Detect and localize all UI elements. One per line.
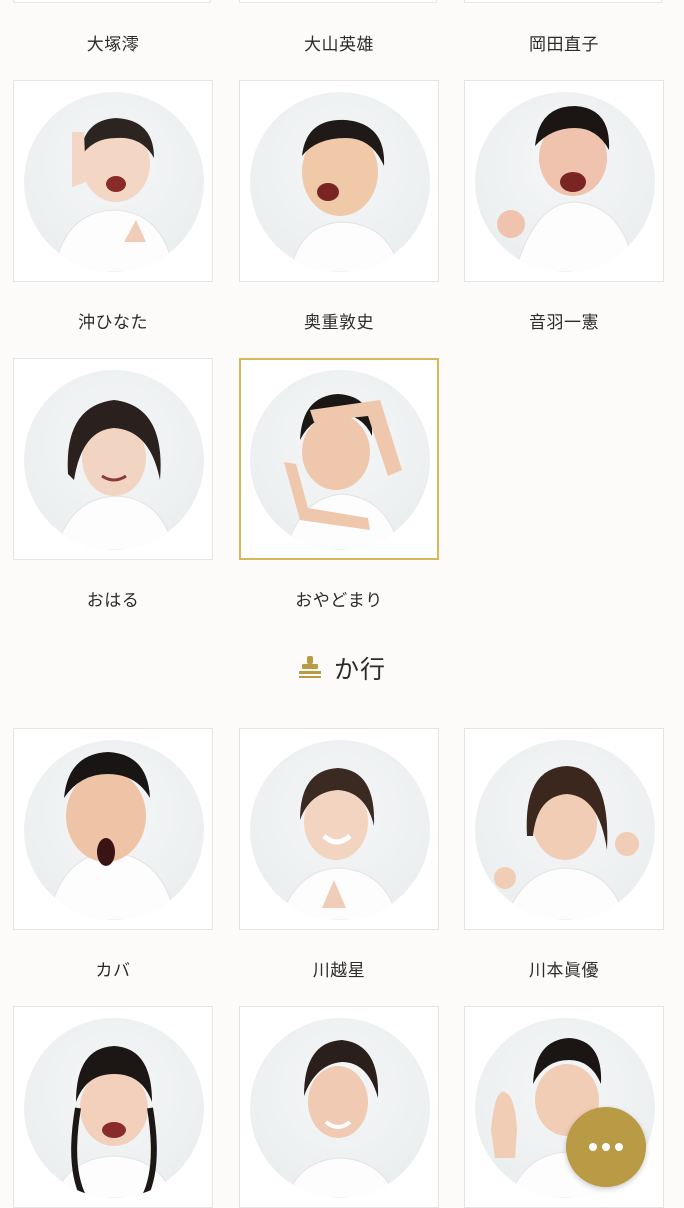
performer-name[interactable]: おはる [13, 586, 213, 611]
performer-card[interactable] [13, 1006, 213, 1208]
portrait-illustration [279, 768, 399, 920]
card-edge [239, 0, 437, 3]
performer-card[interactable] [239, 728, 439, 930]
previous-row-card-edges [0, 0, 684, 4]
performer-card[interactable] [239, 1006, 439, 1208]
performer-name[interactable]: カバ [13, 956, 213, 981]
performer-name[interactable]: 沖ひなた [13, 308, 213, 333]
performer-card[interactable] [464, 80, 664, 282]
performer-name[interactable]: 大山英雄 [239, 30, 439, 55]
portrait-illustration [47, 752, 177, 920]
performer-photo [250, 740, 430, 920]
performer-name[interactable]: 奥重敦史 [239, 308, 439, 333]
section-title: か行 [333, 655, 386, 684]
more-dots-icon [602, 1143, 610, 1151]
card-edge [464, 0, 662, 3]
performer-card[interactable] [464, 728, 664, 930]
card-edge [13, 0, 211, 3]
performer-photo [250, 370, 430, 550]
performer-name[interactable]: 音羽一憲 [464, 308, 664, 333]
portrait-illustration [284, 394, 402, 550]
performer-photo [24, 1018, 204, 1198]
performer-photo [250, 92, 430, 272]
portrait-illustration [53, 118, 175, 272]
more-menu-button[interactable] [566, 1107, 646, 1187]
section-heading: か行 [0, 650, 684, 690]
performer-card[interactable] [464, 1006, 664, 1208]
performer-photo [24, 370, 204, 550]
performer-name[interactable]: 大塚澪 [13, 30, 213, 55]
performer-photo [475, 740, 655, 920]
performer-card-selected[interactable] [239, 358, 439, 560]
performer-card[interactable] [13, 728, 213, 930]
performer-photo [24, 740, 204, 920]
stamp-icon [298, 655, 322, 681]
performer-photo [24, 92, 204, 272]
performer-photo [250, 1018, 430, 1198]
portrait-illustration [53, 1046, 175, 1198]
performer-card[interactable] [13, 80, 213, 282]
performer-name[interactable]: おやどまり [239, 586, 439, 611]
portrait-illustration [497, 106, 636, 272]
portrait-illustration [285, 1040, 397, 1198]
portrait-illustration [289, 119, 401, 272]
performer-name[interactable]: 川越星 [239, 956, 439, 981]
portrait-illustration [55, 400, 175, 550]
more-dots-icon [589, 1143, 597, 1151]
more-dots-icon [615, 1143, 623, 1151]
performer-name[interactable]: 岡田直子 [464, 30, 664, 55]
performer-photo [475, 92, 655, 272]
performer-name[interactable]: 川本眞優 [464, 956, 664, 981]
performer-card[interactable] [239, 80, 439, 282]
performer-card[interactable] [13, 358, 213, 560]
portrait-illustration [494, 766, 639, 920]
